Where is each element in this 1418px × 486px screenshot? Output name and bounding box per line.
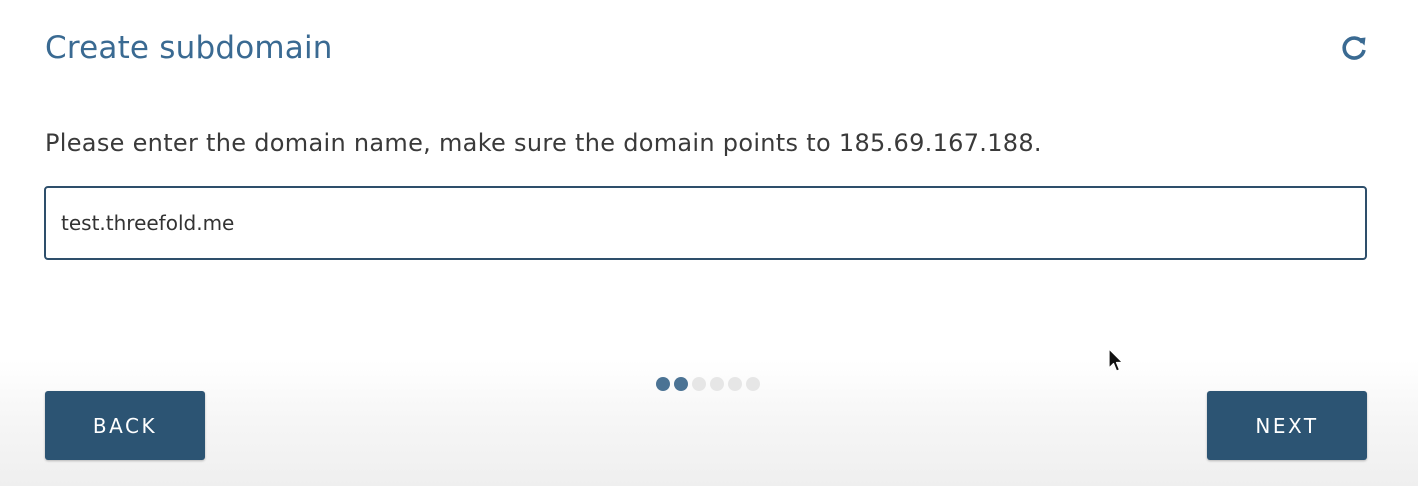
refresh-icon xyxy=(1342,36,1366,60)
create-subdomain-dialog: Create subdomain Please enter the domain… xyxy=(0,0,1418,486)
step-dot xyxy=(710,377,724,391)
domain-input-container xyxy=(44,186,1367,260)
step-dot xyxy=(728,377,742,391)
domain-name-input[interactable] xyxy=(46,188,1365,258)
mouse-cursor-icon xyxy=(1108,348,1124,372)
back-button[interactable]: BACK xyxy=(45,391,205,460)
refresh-button[interactable] xyxy=(1338,32,1370,64)
step-dot xyxy=(656,377,670,391)
page-title: Create subdomain xyxy=(45,30,333,66)
next-button[interactable]: NEXT xyxy=(1207,391,1367,460)
instruction-text: Please enter the domain name, make sure … xyxy=(45,129,1042,157)
step-dot xyxy=(692,377,706,391)
step-dot xyxy=(746,377,760,391)
step-indicator xyxy=(656,377,760,391)
step-dot xyxy=(674,377,688,391)
